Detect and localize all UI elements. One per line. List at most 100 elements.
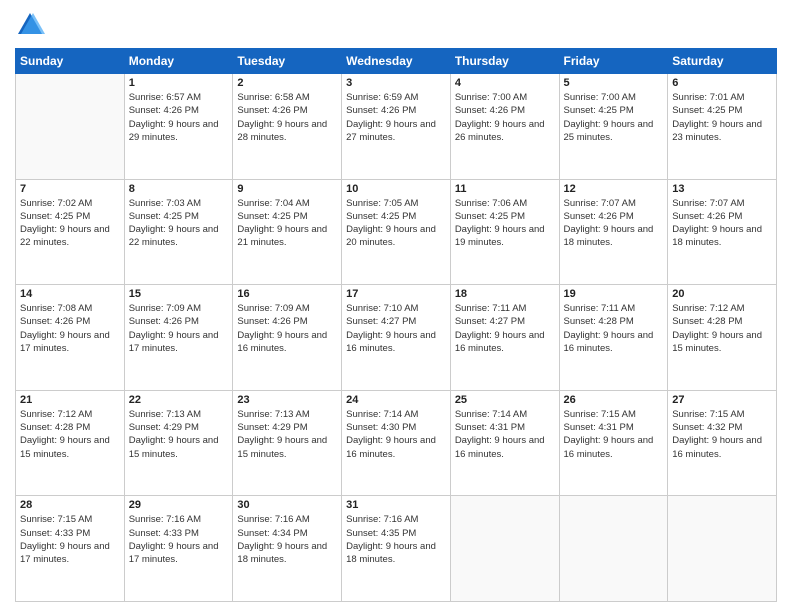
day-number: 2 bbox=[237, 77, 337, 89]
day-number: 28 bbox=[20, 499, 120, 511]
day-info: Sunrise: 7:01 AMSunset: 4:25 PMDaylight:… bbox=[672, 91, 772, 144]
calendar-cell: 25Sunrise: 7:14 AMSunset: 4:31 PMDayligh… bbox=[450, 390, 559, 496]
calendar-cell: 6Sunrise: 7:01 AMSunset: 4:25 PMDaylight… bbox=[668, 74, 777, 180]
day-number: 17 bbox=[346, 288, 446, 300]
day-info: Sunrise: 7:16 AMSunset: 4:34 PMDaylight:… bbox=[237, 513, 337, 566]
day-info: Sunrise: 7:00 AMSunset: 4:26 PMDaylight:… bbox=[455, 91, 555, 144]
day-number: 26 bbox=[564, 394, 664, 406]
logo bbox=[15, 10, 47, 40]
day-info: Sunrise: 7:16 AMSunset: 4:33 PMDaylight:… bbox=[129, 513, 229, 566]
day-number: 15 bbox=[129, 288, 229, 300]
day-header-saturday: Saturday bbox=[668, 49, 777, 74]
day-info: Sunrise: 7:06 AMSunset: 4:25 PMDaylight:… bbox=[455, 197, 555, 250]
day-info: Sunrise: 6:57 AMSunset: 4:26 PMDaylight:… bbox=[129, 91, 229, 144]
calendar-cell: 8Sunrise: 7:03 AMSunset: 4:25 PMDaylight… bbox=[124, 179, 233, 285]
day-info: Sunrise: 7:11 AMSunset: 4:27 PMDaylight:… bbox=[455, 302, 555, 355]
day-header-sunday: Sunday bbox=[16, 49, 125, 74]
calendar-cell: 15 Sunrise: 7:09 AMSunset: 4:26 PMDayligh… bbox=[124, 285, 233, 391]
day-info: Sunrise: 6:58 AMSunset: 4:26 PMDaylight:… bbox=[237, 91, 337, 144]
calendar-cell: 1 Sunrise: 6:57 AMSunset: 4:26 PMDaylight… bbox=[124, 74, 233, 180]
day-header-tuesday: Tuesday bbox=[233, 49, 342, 74]
day-info: Sunrise: 7:09 AMSunset: 4:26 PMDaylight:… bbox=[129, 302, 229, 355]
day-info: Sunrise: 7:10 AMSunset: 4:27 PMDaylight:… bbox=[346, 302, 446, 355]
day-info: Sunrise: 7:03 AMSunset: 4:25 PMDaylight:… bbox=[129, 197, 229, 250]
day-number: 27 bbox=[672, 394, 772, 406]
day-number: 1 bbox=[129, 77, 229, 89]
day-info: Sunrise: 7:07 AMSunset: 4:26 PMDaylight:… bbox=[672, 197, 772, 250]
day-number: 12 bbox=[564, 183, 664, 195]
day-header-friday: Friday bbox=[559, 49, 668, 74]
day-number: 9 bbox=[237, 183, 337, 195]
day-number: 4 bbox=[455, 77, 555, 89]
day-number: 7 bbox=[20, 183, 120, 195]
day-number: 19 bbox=[564, 288, 664, 300]
day-header-monday: Monday bbox=[124, 49, 233, 74]
day-info: Sunrise: 7:11 AMSunset: 4:28 PMDaylight:… bbox=[564, 302, 664, 355]
calendar-cell: 30 Sunrise: 7:16 AMSunset: 4:34 PMDayligh… bbox=[233, 496, 342, 602]
calendar-cell bbox=[16, 74, 125, 180]
day-info: Sunrise: 7:15 AMSunset: 4:33 PMDaylight:… bbox=[20, 513, 120, 566]
day-info: Sunrise: 7:00 AMSunset: 4:25 PMDaylight:… bbox=[564, 91, 664, 144]
calendar-cell bbox=[668, 496, 777, 602]
calendar-header-row: SundayMondayTuesdayWednesdayThursdayFrid… bbox=[16, 49, 777, 74]
day-info: Sunrise: 7:15 AMSunset: 4:31 PMDaylight:… bbox=[564, 408, 664, 461]
day-number: 23 bbox=[237, 394, 337, 406]
day-number: 11 bbox=[455, 183, 555, 195]
day-info: Sunrise: 7:12 AMSunset: 4:28 PMDaylight:… bbox=[672, 302, 772, 355]
day-info: Sunrise: 7:07 AMSunset: 4:26 PMDaylight:… bbox=[564, 197, 664, 250]
day-header-thursday: Thursday bbox=[450, 49, 559, 74]
calendar-cell: 4 Sunrise: 7:00 AMSunset: 4:26 PMDaylight… bbox=[450, 74, 559, 180]
day-info: Sunrise: 7:04 AMSunset: 4:25 PMDaylight:… bbox=[237, 197, 337, 250]
day-info: Sunrise: 7:12 AMSunset: 4:28 PMDaylight:… bbox=[20, 408, 120, 461]
day-number: 22 bbox=[129, 394, 229, 406]
calendar-cell: 20 Sunrise: 7:12 AMSunset: 4:28 PMDayligh… bbox=[668, 285, 777, 391]
calendar-cell: 17 Sunrise: 7:10 AMSunset: 4:27 PMDayligh… bbox=[342, 285, 451, 391]
day-info: Sunrise: 7:05 AMSunset: 4:25 PMDaylight:… bbox=[346, 197, 446, 250]
day-info: Sunrise: 7:14 AMSunset: 4:31 PMDaylight:… bbox=[455, 408, 555, 461]
calendar-cell: 31 Sunrise: 7:16 AMSunset: 4:35 PMDayligh… bbox=[342, 496, 451, 602]
day-info: Sunrise: 7:13 AMSunset: 4:29 PMDaylight:… bbox=[129, 408, 229, 461]
calendar-cell: 14Sunrise: 7:08 AMSunset: 4:26 PMDayligh… bbox=[16, 285, 125, 391]
week-row-4: 21 Sunrise: 7:12 AMSunset: 4:28 PMDayligh… bbox=[16, 390, 777, 496]
week-row-3: 14Sunrise: 7:08 AMSunset: 4:26 PMDayligh… bbox=[16, 285, 777, 391]
calendar-cell: 10 Sunrise: 7:05 AMSunset: 4:25 PMDayligh… bbox=[342, 179, 451, 285]
day-number: 21 bbox=[20, 394, 120, 406]
week-row-5: 28 Sunrise: 7:15 AMSunset: 4:33 PMDayligh… bbox=[16, 496, 777, 602]
calendar-table: SundayMondayTuesdayWednesdayThursdayFrid… bbox=[15, 48, 777, 602]
day-info: Sunrise: 7:14 AMSunset: 4:30 PMDaylight:… bbox=[346, 408, 446, 461]
calendar-cell: 5Sunrise: 7:00 AMSunset: 4:25 PMDaylight… bbox=[559, 74, 668, 180]
calendar-cell: 13Sunrise: 7:07 AMSunset: 4:26 PMDayligh… bbox=[668, 179, 777, 285]
calendar-cell: 23 Sunrise: 7:13 AMSunset: 4:29 PMDayligh… bbox=[233, 390, 342, 496]
calendar-cell: 29 Sunrise: 7:16 AMSunset: 4:33 PMDayligh… bbox=[124, 496, 233, 602]
day-number: 29 bbox=[129, 499, 229, 511]
day-info: Sunrise: 7:09 AMSunset: 4:26 PMDaylight:… bbox=[237, 302, 337, 355]
calendar-cell: 27 Sunrise: 7:15 AMSunset: 4:32 PMDayligh… bbox=[668, 390, 777, 496]
calendar-cell: 28 Sunrise: 7:15 AMSunset: 4:33 PMDayligh… bbox=[16, 496, 125, 602]
day-number: 16 bbox=[237, 288, 337, 300]
day-info: Sunrise: 7:13 AMSunset: 4:29 PMDaylight:… bbox=[237, 408, 337, 461]
day-number: 30 bbox=[237, 499, 337, 511]
calendar-cell: 2 Sunrise: 6:58 AMSunset: 4:26 PMDaylight… bbox=[233, 74, 342, 180]
logo-icon bbox=[15, 10, 45, 40]
calendar-cell: 16 Sunrise: 7:09 AMSunset: 4:26 PMDayligh… bbox=[233, 285, 342, 391]
day-number: 20 bbox=[672, 288, 772, 300]
week-row-2: 7Sunrise: 7:02 AMSunset: 4:25 PMDaylight… bbox=[16, 179, 777, 285]
day-number: 10 bbox=[346, 183, 446, 195]
calendar-cell: 9 Sunrise: 7:04 AMSunset: 4:25 PMDaylight… bbox=[233, 179, 342, 285]
calendar-cell: 19 Sunrise: 7:11 AMSunset: 4:28 PMDayligh… bbox=[559, 285, 668, 391]
day-number: 18 bbox=[455, 288, 555, 300]
calendar-cell: 21 Sunrise: 7:12 AMSunset: 4:28 PMDayligh… bbox=[16, 390, 125, 496]
calendar-cell: 24 Sunrise: 7:14 AMSunset: 4:30 PMDayligh… bbox=[342, 390, 451, 496]
day-number: 24 bbox=[346, 394, 446, 406]
calendar-cell: 3 Sunrise: 6:59 AMSunset: 4:26 PMDaylight… bbox=[342, 74, 451, 180]
calendar-cell bbox=[450, 496, 559, 602]
day-number: 31 bbox=[346, 499, 446, 511]
calendar-cell bbox=[559, 496, 668, 602]
header bbox=[15, 10, 777, 40]
week-row-1: 1 Sunrise: 6:57 AMSunset: 4:26 PMDaylight… bbox=[16, 74, 777, 180]
day-info: Sunrise: 6:59 AMSunset: 4:26 PMDaylight:… bbox=[346, 91, 446, 144]
day-info: Sunrise: 7:15 AMSunset: 4:32 PMDaylight:… bbox=[672, 408, 772, 461]
day-number: 3 bbox=[346, 77, 446, 89]
day-info: Sunrise: 7:16 AMSunset: 4:35 PMDaylight:… bbox=[346, 513, 446, 566]
calendar-cell: 18 Sunrise: 7:11 AMSunset: 4:27 PMDayligh… bbox=[450, 285, 559, 391]
